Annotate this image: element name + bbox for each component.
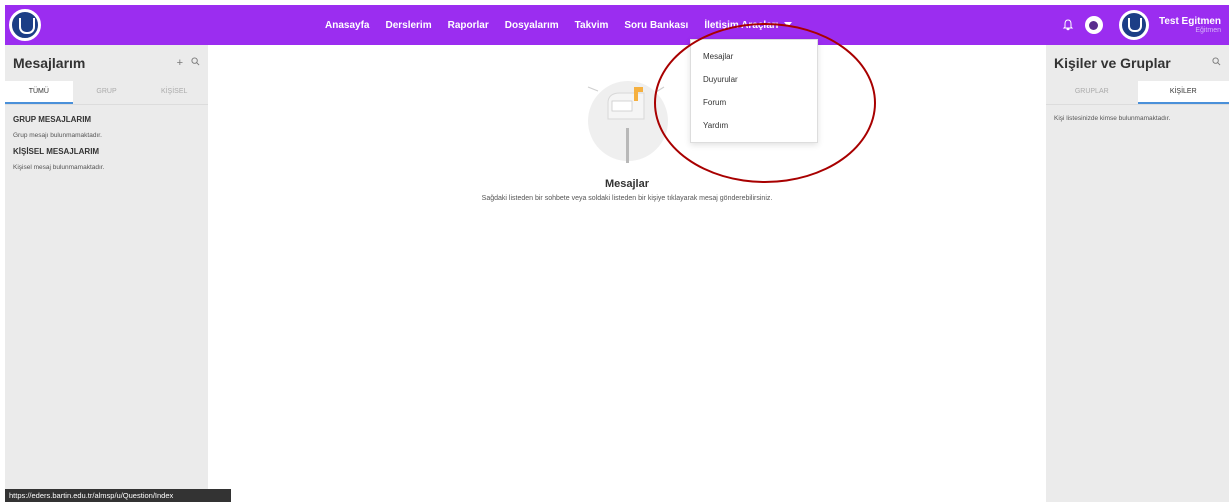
menu-item-announcements[interactable]: Duyurular bbox=[691, 68, 817, 91]
contacts-panel-header: Kişiler ve Gruplar bbox=[1046, 45, 1229, 81]
contacts-tabs: GRUPLAR KİŞİLER bbox=[1046, 81, 1229, 105]
tab-groups[interactable]: GRUPLAR bbox=[1046, 81, 1138, 104]
nav-home[interactable]: Anasayfa bbox=[325, 20, 369, 31]
tab-group[interactable]: GRUP bbox=[73, 81, 141, 104]
tab-all[interactable]: TÜMÜ bbox=[5, 81, 73, 104]
contacts-panel: Kişiler ve Gruplar GRUPLAR KİŞİLER Kişi … bbox=[1046, 45, 1229, 502]
avatar[interactable] bbox=[1118, 10, 1149, 40]
contacts-empty: Kişi listesinizde kimse bulunmamaktadır. bbox=[1054, 115, 1171, 122]
communication-dropdown: Mesajlar Duyurular Forum Yardım bbox=[690, 39, 818, 143]
mailbox-illustration bbox=[587, 81, 668, 163]
menu-item-messages[interactable]: Mesajlar bbox=[691, 45, 817, 68]
status-icon[interactable] bbox=[1084, 16, 1103, 34]
group-messages-empty: Grup mesajı bulunmamaktadır. bbox=[13, 132, 102, 139]
panel-actions: + bbox=[177, 57, 200, 69]
messages-panel: Mesajlarım + TÜMÜ GRUP KİŞİSEL GRUP MESA… bbox=[5, 45, 208, 502]
chevron-down-icon bbox=[784, 22, 793, 28]
university-logo[interactable] bbox=[9, 9, 41, 41]
menu-item-forum[interactable]: Forum bbox=[691, 91, 817, 114]
user-name: Test Egitmen bbox=[1158, 16, 1221, 27]
bell-icon[interactable] bbox=[1059, 16, 1077, 34]
nav-courses[interactable]: Derslerim bbox=[385, 20, 431, 31]
tab-people[interactable]: KİŞİLER bbox=[1137, 81, 1229, 104]
center-subtitle: Sağdaki listeden bir sohbete veya soldak… bbox=[481, 195, 773, 202]
user-area: Test Egitmen Eğitmen bbox=[1059, 5, 1229, 45]
personal-messages-heading: KİŞİSEL MESAJLARIM bbox=[13, 147, 100, 156]
search-icon[interactable] bbox=[1212, 57, 1221, 69]
personal-messages-empty: Kişisel mesaj bulunmamaktadır. bbox=[13, 164, 105, 171]
panel-title: Mesajlarım bbox=[13, 55, 86, 71]
add-icon[interactable]: + bbox=[177, 57, 183, 69]
search-icon[interactable] bbox=[191, 57, 200, 69]
conversation-area: Mesajlar Sağdaki listeden bir sohbete ve… bbox=[208, 45, 1046, 502]
tab-personal[interactable]: KİŞİSEL bbox=[140, 81, 208, 104]
center-title: Mesajlar bbox=[604, 178, 650, 190]
user-info[interactable]: Test Egitmen Eğitmen bbox=[1159, 16, 1221, 34]
user-role: Eğitmen bbox=[1195, 27, 1221, 34]
page: Anasayfa Derslerim Raporlar Dosyalarım T… bbox=[0, 0, 1229, 502]
menu-item-help[interactable]: Yardım bbox=[691, 114, 817, 137]
group-messages-heading: GRUP MESAJLARIM bbox=[13, 115, 92, 124]
nav-files[interactable]: Dosyalarım bbox=[505, 20, 559, 31]
nav-communication-tools[interactable]: İletişim Araçları bbox=[704, 19, 793, 31]
nav-communication-label: İletişim Araçları bbox=[704, 19, 779, 31]
top-navbar: Anasayfa Derslerim Raporlar Dosyalarım T… bbox=[5, 5, 1229, 45]
contacts-actions bbox=[1212, 57, 1221, 69]
messages-tabs: TÜMÜ GRUP KİŞİSEL bbox=[5, 81, 208, 105]
nav-question-bank[interactable]: Soru Bankası bbox=[624, 20, 688, 31]
nav-reports[interactable]: Raporlar bbox=[448, 20, 489, 31]
nav-calendar[interactable]: Takvim bbox=[575, 20, 609, 31]
messages-panel-header: Mesajlarım + bbox=[5, 45, 208, 81]
contacts-title: Kişiler ve Gruplar bbox=[1054, 55, 1171, 71]
status-bar-url: https://eders.bartin.edu.tr/almsp/u/Ques… bbox=[5, 489, 231, 502]
